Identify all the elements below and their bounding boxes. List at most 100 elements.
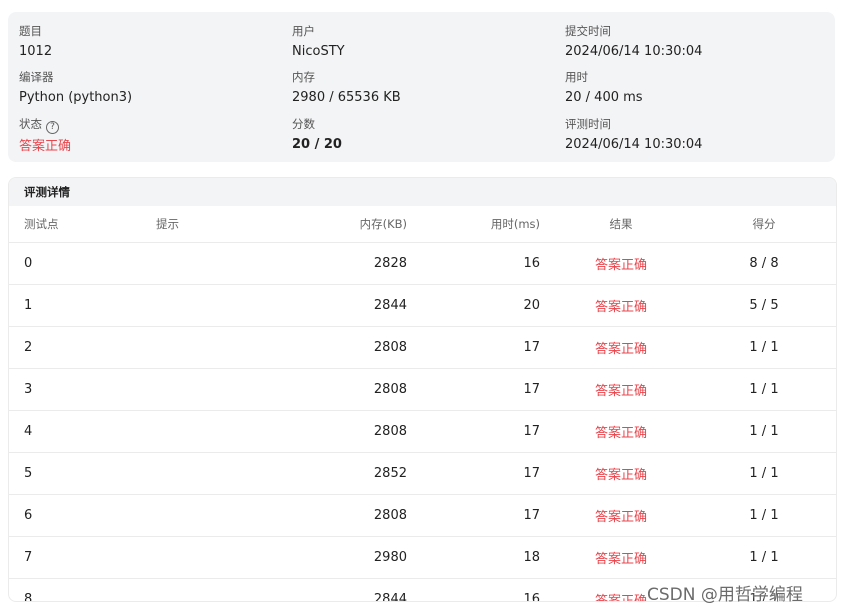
details-title: 评测详情 bbox=[9, 178, 836, 206]
testcase-time: 17 bbox=[408, 410, 541, 453]
testcase-score: 1 / 1 bbox=[701, 494, 836, 537]
details-table: 测试点 提示 内存(KB) 用时(ms) 结果 得分 0 2828 16 答案正… bbox=[9, 206, 836, 602]
column-header-score: 得分 bbox=[701, 206, 836, 243]
testcase-id: 3 bbox=[9, 368, 155, 411]
table-row: 7 2980 18 答案正确 1 / 1 bbox=[9, 536, 836, 579]
testcase-id: 7 bbox=[9, 536, 155, 579]
table-row: 1 2844 20 答案正确 5 / 5 bbox=[9, 284, 836, 327]
testcase-hint bbox=[155, 494, 277, 537]
testcase-score: 1 / 1 bbox=[701, 452, 836, 495]
testcase-result: 答案正确 bbox=[541, 494, 701, 537]
memory-field: 内存 2980 / 65536 KB bbox=[292, 69, 401, 107]
testcase-time: 17 bbox=[408, 326, 541, 369]
table-row: 4 2808 17 答案正确 1 / 1 bbox=[9, 410, 836, 453]
testcase-result: 答案正确 bbox=[541, 368, 701, 411]
testcase-memory: 2808 bbox=[277, 494, 408, 537]
testcase-memory: 2844 bbox=[373, 592, 407, 602]
column-header-time: 用时(ms) bbox=[408, 206, 541, 243]
table-row: 6 2808 17 答案正确 1 / 1 bbox=[9, 494, 836, 537]
testcase-memory: 2980 bbox=[277, 536, 408, 579]
compiler-label: 编译器 bbox=[19, 70, 54, 84]
submission-summary-card: 题目 1012 用户 NicoSTY 提交时间 2024/06/14 10:30… bbox=[8, 12, 835, 162]
status-field: 状态? 答案正确 bbox=[19, 116, 71, 156]
testcase-score: 8 / 8 bbox=[701, 242, 836, 285]
testcase-score: 5 / 5 bbox=[701, 284, 836, 327]
csdn-watermark: CSDN @用哲学编程 bbox=[647, 585, 803, 605]
testcase-id: 4 bbox=[9, 410, 155, 453]
testcase-hint bbox=[155, 410, 277, 453]
testcase-id: 6 bbox=[9, 494, 155, 537]
column-header-result: 结果 bbox=[541, 206, 701, 243]
testcase-hint bbox=[155, 536, 277, 579]
testcase-score: 1 / 1 bbox=[701, 410, 836, 453]
submit-time-field: 提交时间 2024/06/14 10:30:04 bbox=[565, 23, 702, 61]
testcase-score: 1 / 1 bbox=[701, 536, 836, 579]
testcase-id: 2 bbox=[9, 326, 155, 369]
score-label: 分数 bbox=[292, 117, 315, 131]
judge-details-card: 评测详情 测试点 提示 内存(KB) 用时(ms) 结果 得分 0 2828 1… bbox=[8, 177, 837, 602]
problem-field: 题目 1012 bbox=[19, 23, 52, 61]
table-row: 0 2828 16 答案正确 8 / 8 bbox=[9, 242, 836, 285]
memory-label: 内存 bbox=[292, 70, 315, 84]
column-header-testcase: 测试点 bbox=[9, 206, 155, 243]
submit-time-value: 2024/06/14 10:30:04 bbox=[565, 44, 703, 59]
time-field: 用时 20 / 400 ms bbox=[565, 69, 643, 107]
compiler-value: Python (python3) bbox=[19, 90, 133, 105]
question-circle-icon[interactable]: ? bbox=[46, 121, 59, 134]
testcase-hint bbox=[155, 452, 277, 495]
problem-value: 1012 bbox=[19, 44, 53, 59]
user-field: 用户 NicoSTY bbox=[292, 23, 345, 61]
testcase-id: 1 bbox=[9, 284, 155, 327]
judge-time-value: 2024/06/14 10:30:04 bbox=[565, 137, 703, 152]
judge-time-label: 评测时间 bbox=[565, 117, 611, 131]
column-header-memory: 内存(KB) bbox=[277, 206, 408, 243]
problem-label: 题目 bbox=[19, 24, 42, 38]
compiler-field: 编译器 Python (python3) bbox=[19, 69, 132, 107]
testcase-time: 17 bbox=[408, 494, 541, 537]
testcase-id: 0 bbox=[9, 242, 155, 285]
table-header-row: 测试点 提示 内存(KB) 用时(ms) 结果 得分 bbox=[9, 206, 836, 243]
testcase-id: 8 bbox=[24, 592, 33, 602]
testcase-memory: 2844 bbox=[277, 284, 408, 327]
table-row: 3 2808 17 答案正确 1 / 1 bbox=[9, 368, 836, 411]
testcase-time: 20 bbox=[408, 284, 541, 327]
judge-time-field: 评测时间 2024/06/14 10:30:04 bbox=[565, 116, 702, 154]
score-field: 分数 20 / 20 bbox=[292, 116, 342, 154]
status-label: 状态 bbox=[19, 117, 42, 131]
memory-value: 2980 / 65536 KB bbox=[292, 90, 401, 105]
testcase-time: 17 bbox=[408, 452, 541, 495]
user-value: NicoSTY bbox=[292, 44, 345, 59]
testcase-hint bbox=[155, 368, 277, 411]
table-row: 2 2808 17 答案正确 1 / 1 bbox=[9, 326, 836, 369]
testcase-result: 答案正确 bbox=[541, 284, 701, 327]
testcase-time: 16 bbox=[523, 592, 540, 602]
testcase-hint bbox=[155, 326, 277, 369]
testcase-result: 答案正确 bbox=[541, 536, 701, 579]
testcase-memory: 2828 bbox=[277, 242, 408, 285]
testcase-result: 答案正确 bbox=[541, 242, 701, 285]
testcase-memory: 2808 bbox=[277, 410, 408, 453]
testcase-time: 17 bbox=[408, 368, 541, 411]
status-label-row: 状态? bbox=[19, 116, 71, 134]
score-value: 20 / 20 bbox=[292, 137, 342, 152]
time-label: 用时 bbox=[565, 70, 588, 84]
testcase-time: 18 bbox=[408, 536, 541, 579]
testcase-result: 答案正确 bbox=[541, 326, 701, 369]
time-value: 20 / 400 ms bbox=[565, 90, 643, 105]
submit-time-label: 提交时间 bbox=[565, 24, 611, 38]
table-row: 5 2852 17 答案正确 1 / 1 bbox=[9, 452, 836, 495]
testcase-result: 答案正确 bbox=[541, 452, 701, 495]
testcase-time: 16 bbox=[408, 242, 541, 285]
testcase-memory: 2808 bbox=[277, 368, 408, 411]
status-value: 答案正确 bbox=[19, 139, 72, 154]
testcase-memory: 2808 bbox=[277, 326, 408, 369]
testcase-score: 1 / 1 bbox=[701, 326, 836, 369]
testcase-result: 答案正确 bbox=[541, 410, 701, 453]
column-header-hint: 提示 bbox=[155, 206, 277, 243]
testcase-hint bbox=[155, 284, 277, 327]
user-label: 用户 bbox=[292, 24, 315, 38]
testcase-hint bbox=[155, 579, 277, 602]
testcase-score: 1 / 1 bbox=[701, 368, 836, 411]
testcase-hint bbox=[155, 242, 277, 285]
testcase-memory: 2852 bbox=[277, 452, 408, 495]
